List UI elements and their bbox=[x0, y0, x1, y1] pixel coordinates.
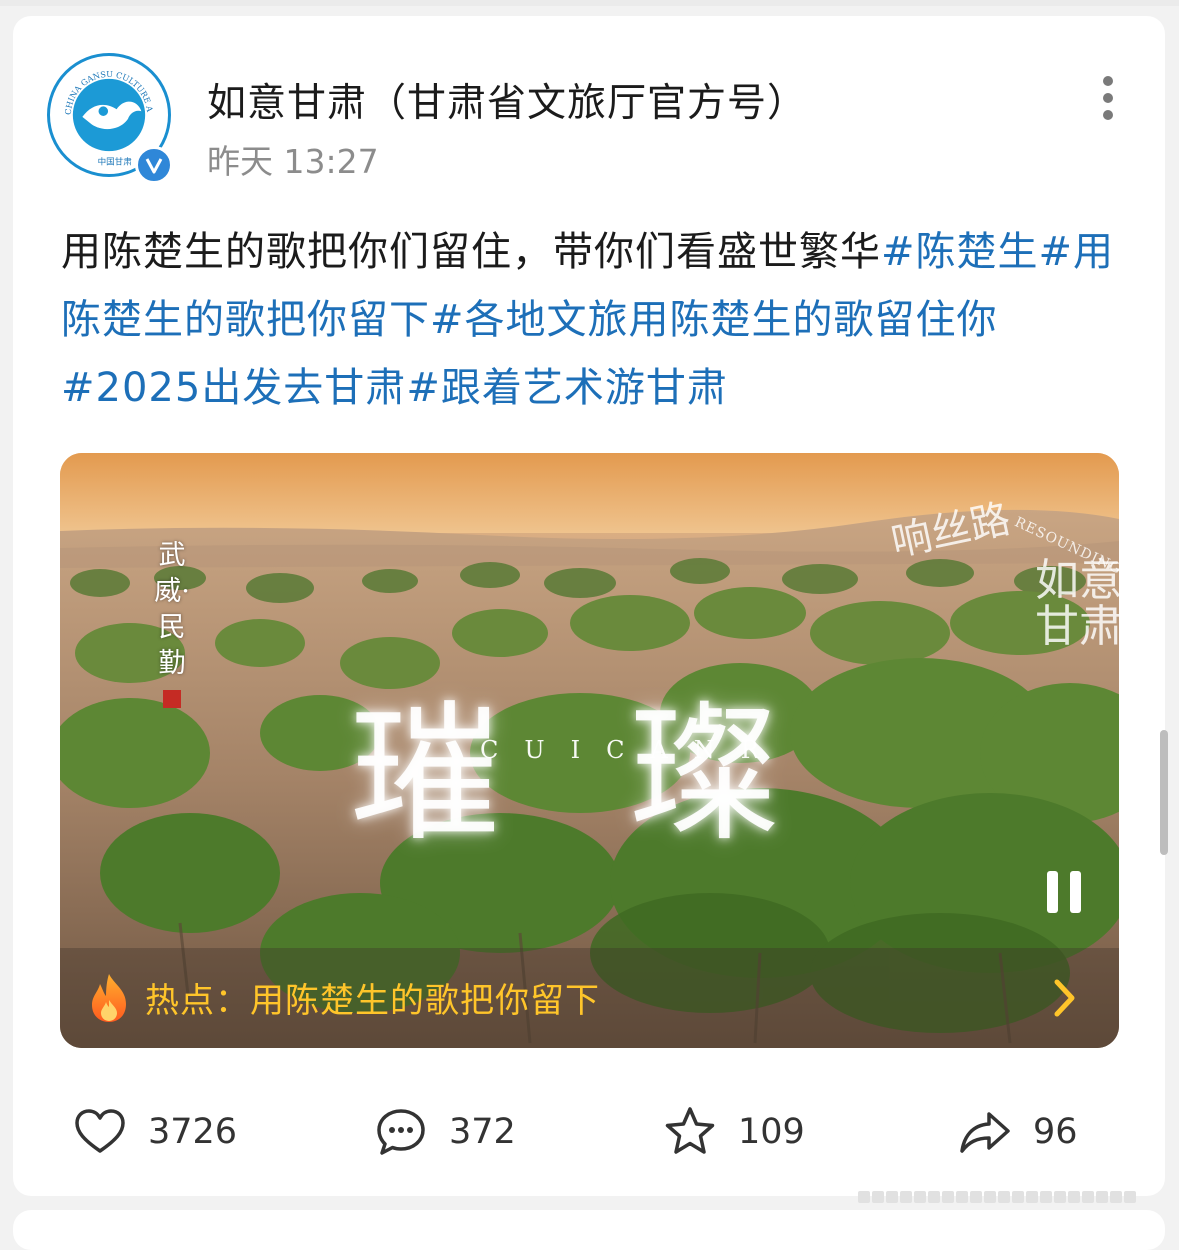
star-icon bbox=[665, 1107, 715, 1154]
favorite-button[interactable]: 109 bbox=[662, 1104, 805, 1160]
bottom-divider bbox=[858, 1188, 1170, 1203]
video-subtitle-overlay: CUICANR bbox=[480, 736, 785, 764]
share-count: 96 bbox=[1033, 1112, 1078, 1152]
scrollbar[interactable] bbox=[1160, 730, 1168, 855]
video-location-text: 武威·民勤 bbox=[152, 538, 192, 718]
comment-button[interactable]: 372 bbox=[373, 1104, 516, 1160]
pause-icon[interactable] bbox=[1045, 871, 1085, 913]
watermark-line1: 响丝路 bbox=[887, 495, 1015, 566]
more-vertical-icon[interactable] bbox=[1096, 76, 1120, 120]
hashtag-link[interactable]: #跟着艺术游甘肃 bbox=[406, 365, 728, 411]
like-count: 3726 bbox=[148, 1112, 238, 1152]
heart-icon bbox=[75, 1109, 125, 1153]
favorite-count: 109 bbox=[738, 1112, 805, 1152]
like-button[interactable]: 3726 bbox=[72, 1104, 237, 1160]
comment-icon bbox=[377, 1109, 425, 1155]
next-card bbox=[13, 1210, 1165, 1250]
fire-icon bbox=[92, 974, 126, 1022]
avatar-sub-text: 中国甘肃 bbox=[98, 155, 133, 167]
author-name[interactable]: 如意甘肃（甘肃省文旅厅官方号） bbox=[207, 72, 807, 128]
post-time: 昨天 13:27 bbox=[207, 142, 379, 181]
hot-topic-label[interactable]: 热点：用陈楚生的歌把你留下 bbox=[145, 973, 600, 1022]
hashtag-link[interactable]: #各地文旅用陈楚生的歌留住你 bbox=[430, 297, 998, 343]
hot-topic-bar[interactable]: 热点：用陈楚生的歌把你留下 bbox=[60, 948, 1119, 1048]
post-plain-text: 用陈楚生的歌把你们留住，带你们看盛世繁华 bbox=[61, 229, 881, 275]
video-watermark: 响丝路 RESOUNDING 如意甘肃 bbox=[887, 468, 1119, 650]
share-icon bbox=[960, 1112, 1010, 1153]
hashtag-link[interactable]: #陈楚生 bbox=[881, 229, 1039, 275]
watermark-line3: 如意甘肃 bbox=[1035, 555, 1119, 652]
verified-v-icon bbox=[135, 146, 173, 184]
post-text: 用陈楚生的歌把你们留住，带你们看盛世繁华#陈楚生#用陈楚生的歌把你留下#各地文旅… bbox=[61, 218, 1121, 422]
location-label: 武威·民勤 bbox=[154, 540, 190, 679]
chevron-right-icon[interactable] bbox=[1052, 978, 1078, 1018]
video-player[interactable]: 武威·民勤 璀璨 CUICANR 响丝路 RESOUNDING 如意甘肃 热点：… bbox=[60, 453, 1119, 1048]
top-strip bbox=[0, 0, 1179, 6]
red-seal-icon bbox=[163, 690, 181, 708]
hashtag-link[interactable]: #2025出发去甘肃 bbox=[61, 365, 406, 411]
comment-count: 372 bbox=[449, 1112, 516, 1152]
share-button[interactable]: 96 bbox=[957, 1104, 1078, 1160]
